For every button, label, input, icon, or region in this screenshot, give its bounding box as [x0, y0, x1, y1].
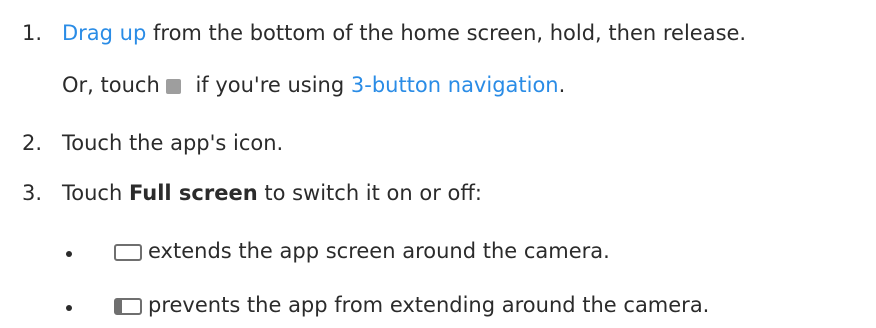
bullet-text: extends the app screen around the camera… [114, 236, 610, 266]
bullet-dot-icon [66, 251, 72, 257]
alternative-prefix: Or, touch [62, 73, 160, 97]
bullet-text: prevents the app from extending around t… [114, 290, 709, 320]
step-number: 1. [22, 21, 43, 45]
step-number: 3. [22, 181, 43, 205]
step-3-suffix: to switch it on or off: [257, 181, 482, 205]
alternative-text: Or, touch if you're using 3-button navig… [62, 70, 565, 100]
step-3-prefix: Touch [62, 181, 129, 205]
three-button-navigation-link[interactable]: 3-button navigation [351, 73, 559, 97]
full-screen-label: Full screen [128, 181, 258, 205]
step-text: Touch the app's icon. [62, 131, 284, 155]
step-text: Drag up from the bottom of the home scre… [62, 18, 746, 48]
overview-square-icon [165, 79, 181, 94]
step-number: 2. [22, 131, 43, 155]
bullet-1-text: extends the app screen around the camera… [148, 239, 610, 263]
alternative-suffix: . [558, 73, 566, 97]
rectangle-with-left-bar-icon [114, 298, 142, 315]
alternative-middle: if you're using [188, 73, 351, 97]
rounded-rectangle-icon [114, 244, 142, 261]
step-text: Touch Full screen to switch it on or off… [62, 178, 482, 208]
drag-up-link[interactable]: Drag up [62, 21, 146, 45]
instructions-list: 1. Drag up from the bottom of the home s… [0, 0, 876, 328]
bullet-dot-icon [66, 305, 72, 311]
bullet-2-text: prevents the app from extending around t… [148, 293, 710, 317]
step-1-text: from the bottom of the home screen, hold… [146, 21, 747, 45]
